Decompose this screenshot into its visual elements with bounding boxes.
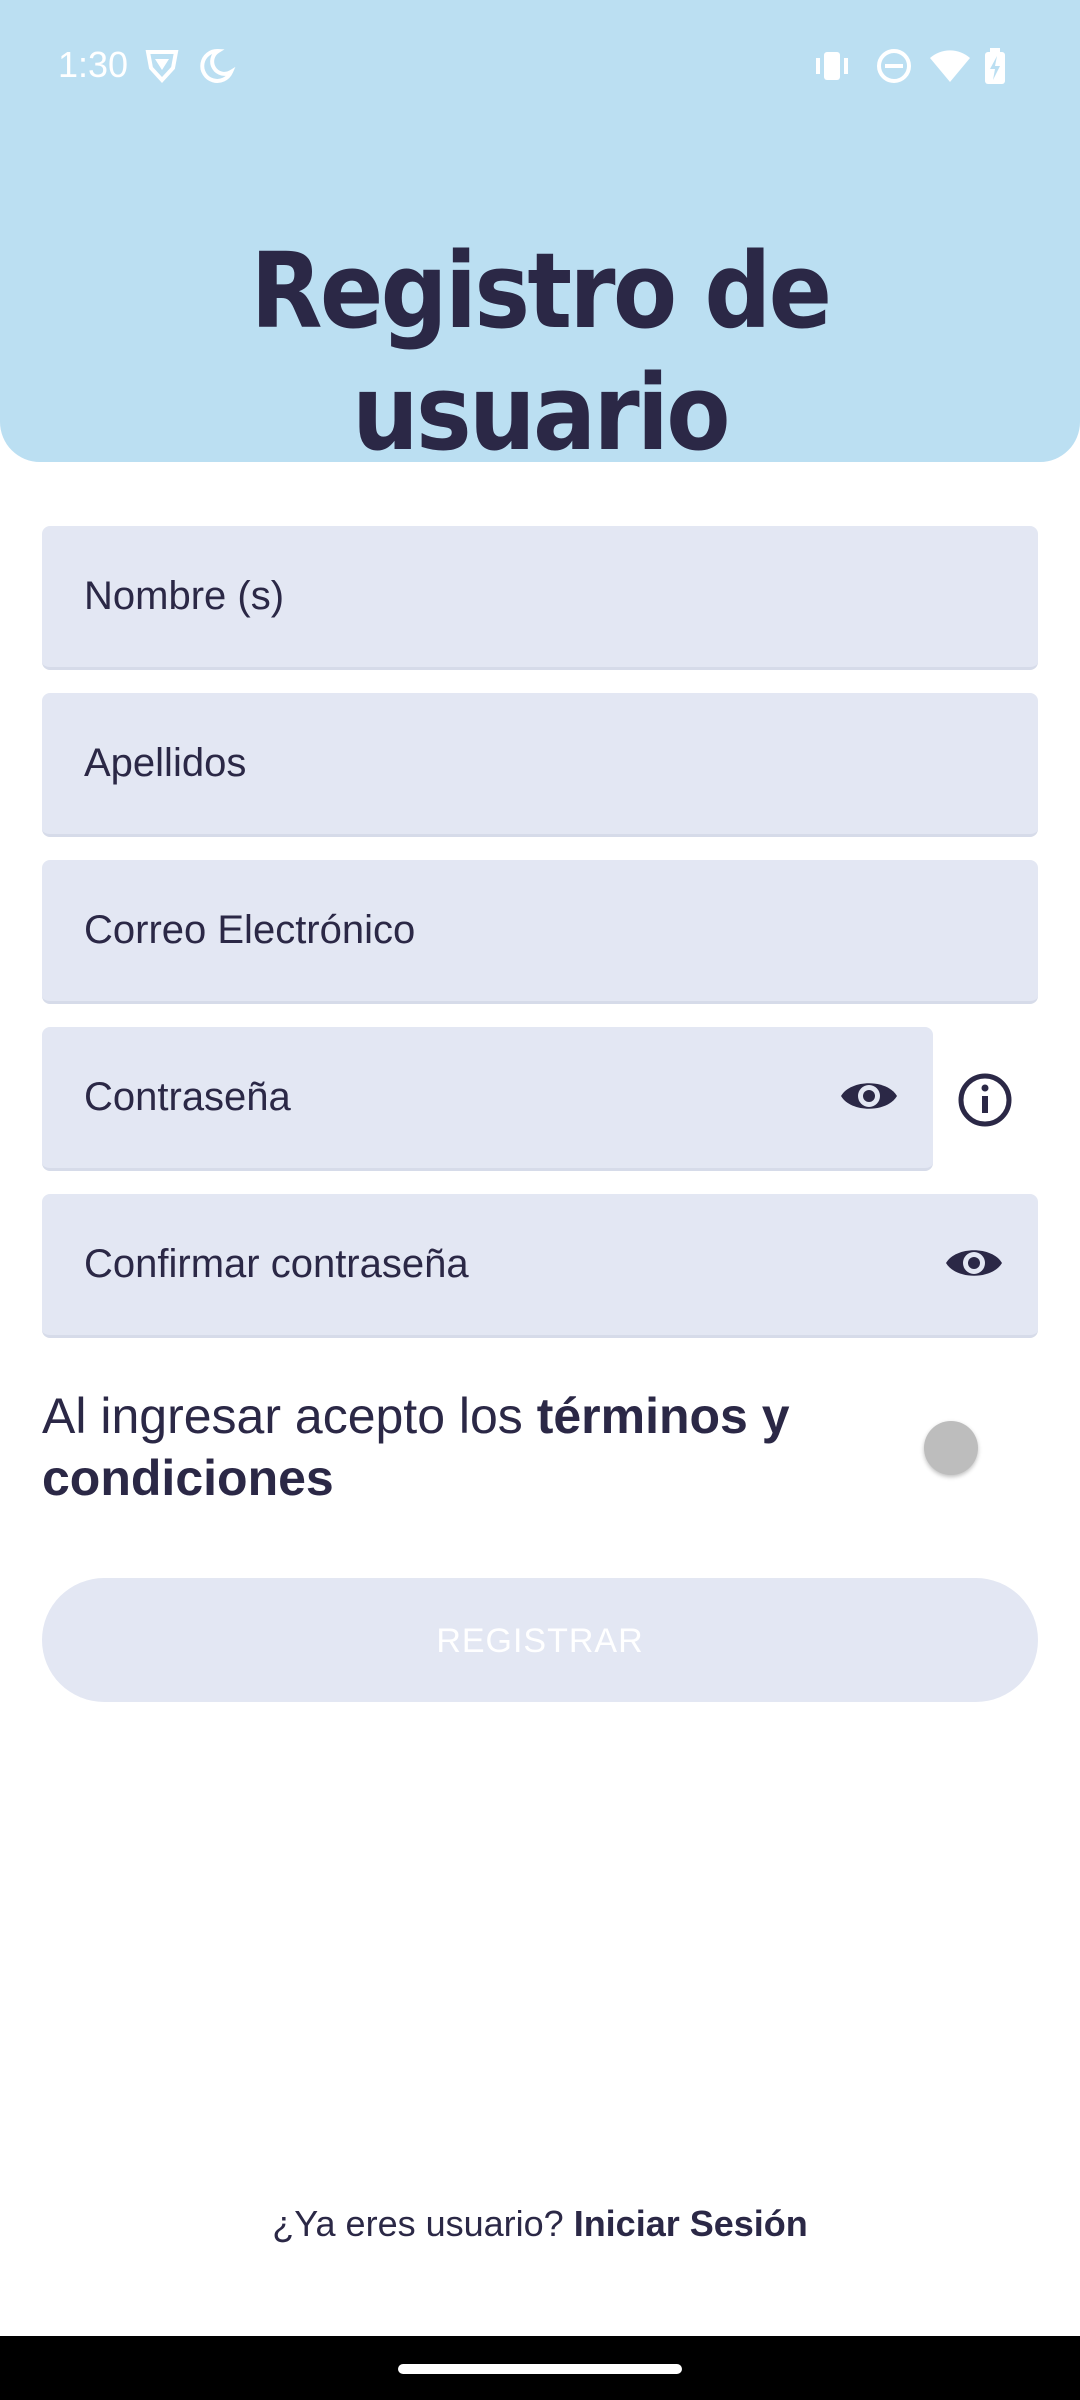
- terms-text: Al ingresar acepto los términos y condic…: [42, 1385, 842, 1509]
- eye-icon[interactable]: [839, 1071, 899, 1121]
- info-icon[interactable]: [957, 1072, 1013, 1128]
- first-name-field[interactable]: [42, 526, 1038, 670]
- confirm-password-field[interactable]: [42, 1194, 1038, 1338]
- register-button[interactable]: REGISTRAR: [42, 1578, 1038, 1702]
- terms-toggle[interactable]: [924, 1421, 978, 1475]
- navigation-bar: [0, 2336, 1080, 2400]
- email-input[interactable]: [84, 860, 904, 1001]
- eye-icon[interactable]: [944, 1238, 1004, 1288]
- last-name-field[interactable]: [42, 693, 1038, 837]
- first-name-input[interactable]: [84, 526, 904, 667]
- login-prompt-text: ¿Ya eres usuario?: [272, 2203, 574, 2244]
- confirm-password-input[interactable]: [84, 1194, 884, 1335]
- wifi-icon: [930, 50, 970, 82]
- shield-icon: [145, 50, 179, 83]
- status-bar: 1:30: [0, 0, 1080, 130]
- home-gesture-handle[interactable]: [398, 2364, 682, 2374]
- password-input[interactable]: [84, 1027, 784, 1168]
- status-time: 1:30: [58, 44, 129, 85]
- password-field[interactable]: [42, 1027, 933, 1171]
- header-banner: 1:30 Registro de usuario: [0, 0, 1080, 474]
- vibrate-icon: [816, 52, 848, 80]
- login-link[interactable]: Iniciar Sesión: [574, 2203, 808, 2244]
- do-not-disturb-icon: [877, 49, 911, 83]
- last-name-input[interactable]: [84, 693, 904, 834]
- bedtime-moon-icon: [200, 48, 236, 83]
- login-prompt: ¿Ya eres usuario? Iniciar Sesión: [0, 2203, 1080, 2245]
- page-title: Registro de usuario: [250, 230, 833, 474]
- terms-prefix: Al ingresar acepto los: [42, 1388, 537, 1444]
- battery-charging-icon: [985, 48, 1005, 84]
- email-field[interactable]: [42, 860, 1038, 1004]
